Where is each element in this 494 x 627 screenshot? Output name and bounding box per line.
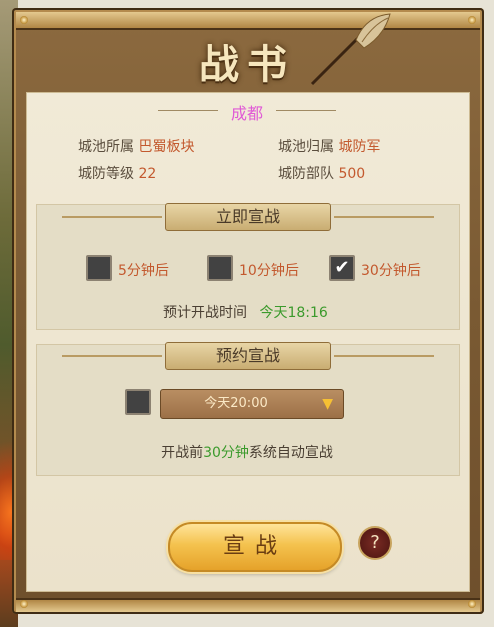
info-label: 城防部队 bbox=[278, 166, 334, 182]
select-value: 今天20:00 bbox=[204, 396, 268, 411]
immediate-war-banner: 立即宣战 bbox=[62, 203, 434, 231]
window-title: 战书 bbox=[199, 41, 295, 88]
auto-highlight: 30分钟 bbox=[203, 445, 249, 461]
option-5min-label[interactable]: 5分钟后 bbox=[118, 260, 169, 280]
info-label: 城池归属 bbox=[278, 139, 334, 155]
option-30min-checkbox[interactable]: ✔ bbox=[329, 255, 355, 281]
rivet-icon bbox=[20, 16, 28, 24]
info-belong: 城池归属 城防军 bbox=[278, 136, 380, 156]
info-label: 城防等级 bbox=[78, 166, 134, 182]
option-10min-label[interactable]: 10分钟后 bbox=[239, 260, 299, 280]
checkmark-icon: ✔ bbox=[334, 257, 350, 278]
info-defense-troops: 城防部队 500 bbox=[278, 163, 365, 183]
rivet-icon bbox=[468, 600, 476, 608]
chevron-down-icon: ▼ bbox=[322, 396, 333, 412]
help-icon[interactable]: ? bbox=[358, 526, 392, 560]
scheduled-war-banner: 预约宣战 bbox=[62, 342, 434, 370]
estimated-start: 预计开战时间 今天18:16 bbox=[163, 302, 328, 322]
estimate-label: 预计开战时间 bbox=[163, 305, 247, 321]
rivet-icon bbox=[20, 600, 28, 608]
option-10min-checkbox[interactable] bbox=[207, 255, 233, 281]
info-value: 500 bbox=[338, 166, 366, 182]
info-label: 城池所属 bbox=[78, 139, 134, 155]
scroll-top-bar bbox=[16, 12, 480, 30]
brush-quill-icon bbox=[310, 13, 391, 86]
rivet-icon bbox=[468, 16, 476, 24]
info-defense-level: 城防等级 22 bbox=[78, 163, 156, 183]
city-name: 成都 bbox=[230, 104, 263, 123]
auto-declare-note: 开战前30分钟系统自动宣战 bbox=[0, 442, 494, 462]
declare-war-button[interactable]: 宣战 bbox=[168, 522, 342, 572]
scroll-bottom-bar bbox=[16, 598, 480, 612]
scheduled-time-select[interactable]: 今天20:00 ▼ bbox=[160, 389, 344, 419]
auto-prefix: 开战前 bbox=[161, 445, 204, 461]
info-value: 22 bbox=[138, 166, 157, 182]
estimate-time: 今天18:16 bbox=[259, 305, 328, 321]
scheduled-checkbox[interactable] bbox=[125, 389, 151, 415]
option-30min-label[interactable]: 30分钟后 bbox=[361, 260, 421, 280]
info-value: 城防军 bbox=[338, 139, 381, 155]
info-value: 巴蜀板块 bbox=[138, 139, 195, 155]
auto-suffix: 系统自动宣战 bbox=[248, 445, 333, 461]
info-ownership: 城池所属 巴蜀板块 bbox=[78, 136, 194, 156]
option-5min-checkbox[interactable] bbox=[86, 255, 112, 281]
